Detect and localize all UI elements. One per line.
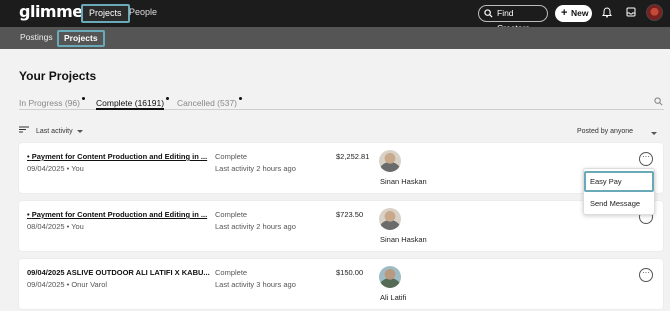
sub-navbar: Postings Projects: [0, 27, 670, 49]
plus-icon: +: [561, 7, 568, 19]
project-meta: 08/04/2025 • You: [27, 222, 84, 231]
project-title[interactable]: • Payment for Content Production and Edi…: [27, 152, 212, 161]
project-title[interactable]: • Payment for Content Production and Edi…: [27, 210, 212, 219]
project-title-text: Payment for Content Production and Editi…: [31, 152, 208, 161]
active-tab-indicator: [96, 108, 164, 110]
project-status: Complete: [215, 210, 248, 219]
subnav-postings[interactable]: Postings: [15, 30, 58, 47]
glimmer-logo[interactable]: glimmer: [19, 2, 91, 21]
creator-name[interactable]: Sinan Haskan: [380, 235, 427, 244]
creator-avatar[interactable]: [379, 208, 401, 230]
menu-item-easy-pay[interactable]: Easy Pay: [584, 171, 654, 192]
tab-cancelled-label: Cancelled (537): [177, 98, 238, 108]
bell-icon[interactable]: [602, 7, 612, 18]
new-button-label: New: [571, 8, 589, 18]
top-navbar: glimmer Projects People Find Creators + …: [0, 0, 670, 33]
project-title[interactable]: 09/04/2025 ASLIVE OUTDOOR ALI LATIFI X K…: [27, 268, 212, 277]
creator-avatar[interactable]: [379, 266, 401, 288]
creator-name[interactable]: Sinan Haskan: [380, 177, 427, 186]
project-meta: 09/04/2025 • You: [27, 164, 84, 173]
project-amount: $150.00: [336, 268, 364, 277]
subnav-projects[interactable]: Projects: [57, 30, 105, 47]
new-button[interactable]: + New: [555, 5, 592, 22]
page-title: Your Projects: [19, 69, 97, 83]
project-last-activity: Last activity 2 hours ago: [215, 164, 296, 173]
notification-dot: [166, 97, 170, 100]
project-amount: $723.50: [336, 210, 364, 219]
chevron-down-icon[interactable]: [651, 132, 657, 135]
posted-by-dropdown[interactable]: Posted by anyone: [577, 128, 633, 135]
project-last-activity: Last activity 3 hours ago: [215, 280, 296, 289]
sort-dropdown[interactable]: Last activity: [36, 128, 83, 135]
project-last-activity: Last activity 2 hours ago: [215, 222, 296, 231]
bullet: •: [27, 152, 30, 161]
tab-complete[interactable]: Complete (16191): [96, 97, 170, 108]
filter-icon[interactable]: [19, 126, 29, 133]
notification-dot: [81, 97, 85, 100]
project-status: Complete: [215, 152, 248, 161]
more-options-menu: Easy Pay Send Message: [583, 168, 655, 215]
project-title-text: Payment for Content Production and Editi…: [31, 210, 208, 219]
inbox-icon[interactable]: [626, 7, 636, 17]
menu-item-send-message[interactable]: Send Message: [584, 193, 654, 214]
tab-cancelled[interactable]: Cancelled (537): [177, 97, 243, 108]
bullet: •: [27, 210, 30, 219]
search-icon[interactable]: [654, 97, 663, 106]
project-meta: 09/04/2025 • Onur Varol: [27, 280, 108, 289]
find-creators-button[interactable]: Find Creators: [478, 5, 548, 33]
project-status: Complete: [215, 268, 248, 277]
creator-avatar[interactable]: [379, 150, 401, 172]
search-icon: [484, 9, 493, 18]
tab-complete-label: Complete (16191): [96, 98, 165, 108]
tab-in-progress[interactable]: In Progress (96): [19, 97, 85, 108]
project-amount: $2,252.81: [336, 152, 370, 161]
sort-label: Last activity: [36, 128, 73, 135]
notification-dot: [239, 97, 243, 100]
project-card[interactable]: 09/04/2025 ASLIVE OUTDOOR ALI LATIFI X K…: [19, 259, 663, 309]
user-avatar[interactable]: [646, 4, 663, 21]
more-options-button[interactable]: ···: [639, 268, 653, 282]
tab-in-progress-label: In Progress (96): [19, 98, 80, 108]
nav-people[interactable]: People: [123, 4, 163, 23]
creator-name[interactable]: Ali Latifi: [380, 293, 406, 302]
project-card[interactable]: • Payment for Content Production and Edi…: [19, 201, 663, 251]
chevron-down-icon: [76, 129, 83, 133]
more-options-button[interactable]: ···: [639, 152, 653, 166]
project-card[interactable]: • Payment for Content Production and Edi…: [19, 143, 663, 193]
